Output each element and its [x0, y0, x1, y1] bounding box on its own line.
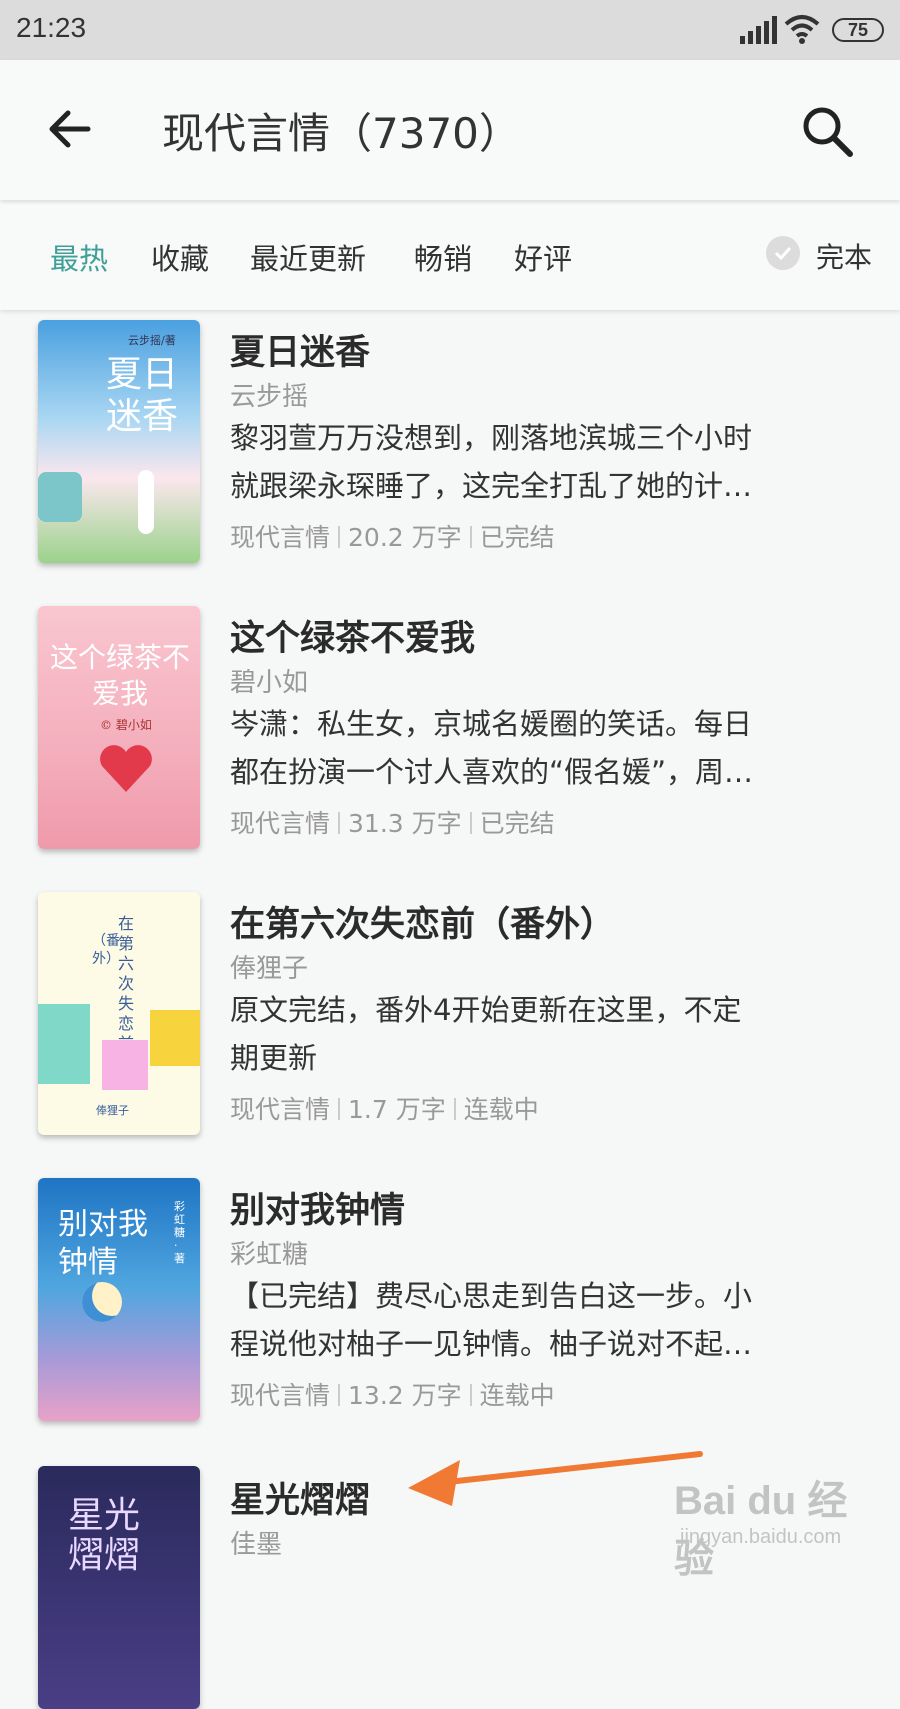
status-time: 21:23	[16, 12, 87, 43]
cover-author: © 碧小如	[100, 718, 152, 732]
page-title: 现代言情（7370）	[162, 109, 521, 158]
car-illustration	[38, 472, 82, 522]
description-line: 都在扮演一个讨人喜欢的“假名媛”，周…	[230, 755, 754, 789]
description-line: 程说他对柚子一见钟情。柚子说对不起…	[230, 1327, 753, 1361]
book-meta: 现代言情 13.2 万字 连载中	[230, 1376, 555, 1412]
book-description: 【已完结】费尽心思走到告白这一步。小 程说他对柚子一见钟情。柚子说对不起…	[230, 1272, 850, 1368]
book-status: 已完结	[479, 809, 555, 838]
cover-subtitle: （番外）	[92, 933, 120, 967]
book-word-count: 13.2 万字	[348, 1381, 462, 1410]
book-description: 原文完结，番外4开始更新在这里，不定 期更新	[230, 986, 850, 1082]
book-cover: 夏日迷香 云步摇/著	[38, 320, 200, 563]
check-circle-icon	[766, 236, 800, 270]
cover-title: 夏日迷香	[106, 354, 179, 437]
book-title: 在第六次失恋前（番外）	[230, 905, 616, 945]
cover-shape	[150, 1010, 200, 1066]
book-author: 云步摇	[230, 382, 309, 412]
book-status: 连载中	[463, 1095, 539, 1124]
cover-author: 俸狸子	[96, 1104, 129, 1117]
app-bar: 现代言情（7370）	[0, 60, 900, 200]
book-cover: 别对我钟情 彩虹糖·著	[38, 1178, 200, 1421]
book-cover: 在第六次失恋前 （番外） 俸狸子	[38, 892, 200, 1135]
filter-bar: 最热 收藏 最近更新 畅销 好评 完本	[0, 200, 900, 310]
watermark-url: jingyan.baidu.com	[680, 1526, 842, 1548]
description-line: 就跟梁永琛睡了，这完全打乱了她的计…	[230, 469, 753, 503]
book-meta: 现代言情 20.2 万字 已完结	[230, 518, 555, 554]
book-author: 彩虹糖	[230, 1240, 309, 1270]
description-line: 岑潇：私生女，京城名媛圈的笑话。每日	[230, 707, 753, 741]
book-meta: 现代言情 1.7 万字 连载中	[230, 1090, 539, 1126]
cover-shape	[102, 1040, 148, 1090]
book-item[interactable]: 别对我钟情 彩虹糖·著 别对我钟情 彩虹糖 【已完结】费尽心思走到告白这一步。小…	[0, 1176, 900, 1466]
search-icon[interactable]	[800, 104, 854, 158]
description-line: 原文完结，番外4开始更新在这里，不定	[230, 993, 742, 1027]
description-line: 期更新	[230, 1041, 318, 1075]
battery-icon: 75	[832, 18, 884, 42]
cellular-signal-icon	[740, 16, 777, 44]
annotation-arrow-icon	[408, 1451, 703, 1506]
cover-title: 星光熠熠	[68, 1495, 141, 1576]
book-item[interactable]: 在第六次失恋前 （番外） 俸狸子 在第六次失恋前（番外） 俸狸子 原文完结，番外…	[0, 890, 900, 1180]
book-description: 黎羽萱万万没想到，刚落地滨城三个小时 就跟梁永琛睡了，这完全打乱了她的计…	[230, 414, 850, 510]
book-title: 夏日迷香	[230, 333, 371, 373]
book-item[interactable]: 这个绿茶不爱我 © 碧小如 这个绿茶不爱我 碧小如 岑潇：私生女，京城名媛圈的笑…	[0, 604, 900, 894]
book-word-count: 31.3 万字	[348, 809, 462, 838]
cover-title: 在第六次失恋前	[118, 914, 135, 1053]
book-genre: 现代言情	[230, 1381, 331, 1410]
tab-recently-updated[interactable]: 最近更新	[250, 236, 366, 278]
complete-label: 完本	[816, 241, 873, 274]
tab-favorites[interactable]: 收藏	[151, 236, 209, 278]
tab-top-rated[interactable]: 好评	[514, 236, 572, 278]
cover-title: 别对我钟情	[58, 1207, 148, 1280]
description-line: 黎羽萱万万没想到，刚落地滨城三个小时	[230, 421, 753, 455]
book-genre: 现代言情	[230, 523, 331, 552]
cover-shape	[38, 1004, 90, 1084]
description-line: 【已完结】费尽心思走到告白这一步。小	[230, 1279, 753, 1313]
book-word-count: 1.7 万字	[348, 1095, 446, 1124]
book-status: 连载中	[479, 1381, 555, 1410]
wifi-icon	[784, 15, 820, 44]
tab-bestselling[interactable]: 畅销	[414, 236, 472, 278]
book-meta: 现代言情 31.3 万字 已完结	[230, 804, 555, 840]
book-title: 这个绿茶不爱我	[230, 619, 476, 659]
book-author: 碧小如	[230, 668, 309, 698]
cover-author: 彩虹糖·著	[174, 1200, 185, 1265]
book-title: 星光熠熠	[230, 1481, 371, 1521]
book-author: 佳墨	[230, 1530, 283, 1560]
tab-hottest[interactable]: 最热	[50, 236, 108, 278]
book-author: 俸狸子	[230, 954, 309, 984]
watermark: Bai du 经验 jingyan.baidu.com	[674, 1468, 884, 1581]
cover-author: 云步摇/著	[128, 334, 176, 347]
book-description: 岑潇：私生女，京城名媛圈的笑话。每日 都在扮演一个讨人喜欢的“假名媛”，周…	[230, 700, 850, 796]
book-status: 已完结	[479, 523, 555, 552]
heart-icon	[100, 745, 152, 792]
book-cover: 星光熠熠	[38, 1466, 200, 1709]
couple-illustration	[138, 470, 154, 534]
status-bar: 21:23 75	[0, 0, 900, 60]
moon-icon	[82, 1282, 122, 1322]
book-cover: 这个绿茶不爱我 © 碧小如	[38, 606, 200, 849]
back-arrow-icon[interactable]	[46, 106, 92, 152]
book-genre: 现代言情	[230, 809, 331, 838]
book-title: 别对我钟情	[230, 1191, 406, 1231]
book-item[interactable]: 夏日迷香 云步摇/著 夏日迷香 云步摇 黎羽萱万万没想到，刚落地滨城三个小时 就…	[0, 318, 900, 608]
book-word-count: 20.2 万字	[348, 523, 462, 552]
book-genre: 现代言情	[230, 1095, 331, 1124]
cover-title: 这个绿茶不爱我	[50, 641, 191, 710]
